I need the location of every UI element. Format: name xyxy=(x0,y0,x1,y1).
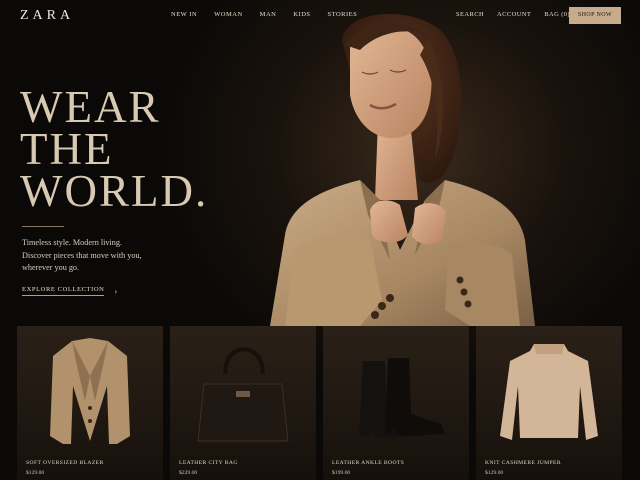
hero-headline: WEAR THE WORLD. xyxy=(20,82,250,216)
headline-line: THE xyxy=(20,124,114,174)
explore-collection-link[interactable]: EXPLORE COLLECTION › xyxy=(22,286,117,296)
product-name: SOFT OVERSIZED BLAZER xyxy=(26,460,104,466)
jumper-image xyxy=(500,344,598,440)
subtext-line: Discover pieces that move with you, xyxy=(22,250,142,260)
product-price: $129.00 xyxy=(485,470,504,476)
blazer-image xyxy=(50,338,130,444)
chevron-right-icon: › xyxy=(114,286,118,296)
product-card-bag[interactable]: LEATHER CITY BAG $229.00 xyxy=(170,326,316,480)
brand-logo[interactable]: ZARA xyxy=(20,8,74,24)
product-name: LEATHER CITY BAG xyxy=(179,460,238,466)
shop-now-button[interactable]: SHOP NOW xyxy=(569,7,621,24)
subtext-line: Timeless style. Modern living. xyxy=(22,238,122,247)
nav-item-woman[interactable]: WOMAN xyxy=(214,11,243,18)
product-card-jumper[interactable]: KNIT CASHMERE JUMPER $129.00 xyxy=(476,326,622,480)
product-price: $199.00 xyxy=(332,470,351,476)
explore-collection-label: EXPLORE COLLECTION xyxy=(22,286,105,296)
product-name: LEATHER ANKLE BOOTS xyxy=(332,460,405,466)
hero-subtext: Timeless style. Modern living. Discover … xyxy=(22,237,182,275)
boots-image xyxy=(359,358,445,438)
product-grid: SOFT OVERSIZED BLAZER $129.00 LEATHER CI… xyxy=(17,326,623,480)
subtext-line: wherever you go. xyxy=(22,263,80,272)
product-card-blazer[interactable]: SOFT OVERSIZED BLAZER $129.00 xyxy=(17,326,163,480)
bag-image xyxy=(197,347,289,442)
nav-item-new-in[interactable]: NEW IN xyxy=(171,11,197,18)
product-price: $229.00 xyxy=(179,470,198,476)
hero-model-image xyxy=(270,13,535,326)
product-price: $129.00 xyxy=(26,470,45,476)
product-name: KNIT CASHMERE JUMPER xyxy=(485,460,561,466)
headline-line: WORLD. xyxy=(20,166,209,216)
product-card-boots[interactable]: LEATHER ANKLE BOOTS $199.00 xyxy=(323,326,469,480)
divider xyxy=(22,226,64,227)
headline-line: WEAR xyxy=(20,82,161,132)
